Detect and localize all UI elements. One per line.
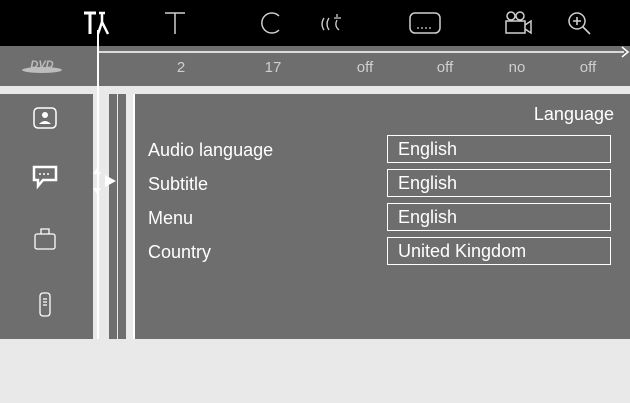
- selection-cursor-icon: [93, 168, 116, 194]
- subtitle-label: Subtitle: [148, 174, 209, 194]
- subtitle-status: off: [436, 59, 454, 76]
- remote-icon[interactable]: [28, 288, 62, 322]
- top-icon-bar: [0, 0, 630, 46]
- svg-text:DVD: DVD: [30, 59, 53, 71]
- zoom-status: off: [579, 59, 597, 76]
- subtitle-field[interactable]: English: [387, 169, 611, 197]
- dvd-osd: DVD 2 17 off off no off Language Audio l…: [0, 0, 630, 403]
- audio-status: off: [356, 59, 374, 76]
- menu-language-field[interactable]: English: [387, 203, 611, 231]
- country-field[interactable]: United Kingdom: [387, 237, 611, 265]
- settings-icon[interactable]: [78, 8, 118, 38]
- status-bar: DVD 2 17 off off no off: [0, 46, 630, 86]
- separator: [0, 86, 630, 94]
- setup-sidebar: [0, 94, 93, 339]
- gap-right: [122, 94, 135, 339]
- language-panel: Language Audio language English Subtitle…: [135, 94, 630, 339]
- picture-icon[interactable]: [28, 102, 62, 136]
- bottom-area: [0, 339, 630, 403]
- audio-language-label: Audio language: [148, 140, 274, 160]
- page-title: Language: [533, 104, 614, 124]
- zoom-icon[interactable]: [560, 8, 600, 38]
- chapter-icon[interactable]: [252, 8, 292, 38]
- country-label: Country: [148, 242, 212, 262]
- dvd-logo: DVD: [22, 59, 62, 73]
- menu-label: Menu: [148, 208, 194, 228]
- angle-status: no: [508, 59, 526, 76]
- title-icon[interactable]: [155, 8, 195, 38]
- audio-language-field[interactable]: English: [387, 135, 611, 163]
- gap-left: [93, 94, 113, 339]
- audio-icon[interactable]: [315, 8, 355, 38]
- features-icon[interactable]: [28, 222, 62, 256]
- subtitle-icon[interactable]: [405, 8, 445, 38]
- angle-icon[interactable]: [497, 8, 537, 38]
- title-number: 2: [176, 59, 186, 76]
- chapter-number: 17: [264, 59, 282, 76]
- language-icon[interactable]: [28, 160, 62, 194]
